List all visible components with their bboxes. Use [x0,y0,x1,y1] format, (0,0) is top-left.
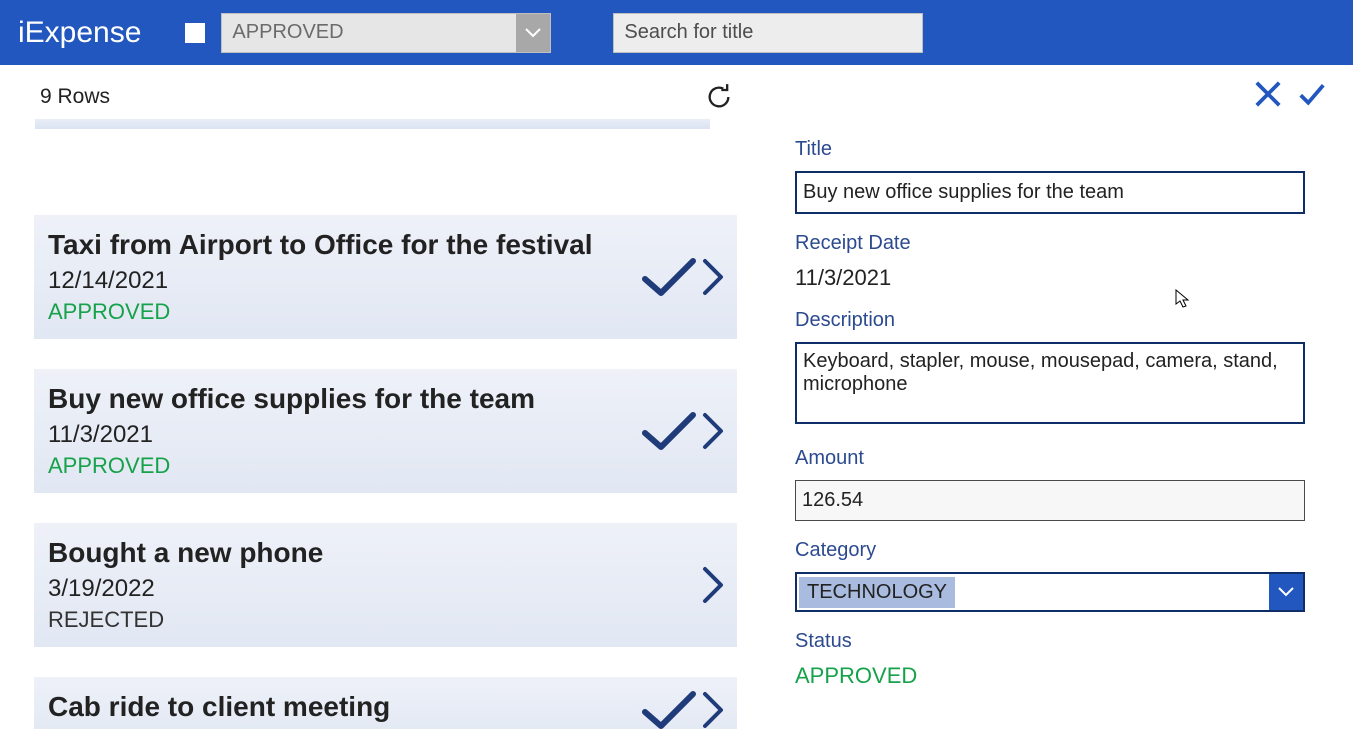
card-date: 12/14/2021 [48,267,725,295]
row-count-label: 9 Rows [40,85,110,109]
card-title: Taxi from Airport to Office for the fest… [48,229,725,261]
expense-card[interactable]: Buy new office supplies for the team 11/3… [34,369,737,493]
expense-card[interactable]: Cab ride to client meeting [34,677,737,729]
category-select[interactable]: TECHNOLOGY [795,572,1305,612]
title-label: Title [795,138,1333,161]
card-title: Bought a new phone [48,537,725,569]
card-date: 3/19/2022 [48,575,725,603]
status-label: Status [795,630,1333,653]
status-filter-select[interactable]: APPROVED [221,13,551,53]
receipt-date-label: Receipt Date [795,232,1333,255]
chevron-right-icon[interactable] [701,565,727,605]
description-label: Description [795,309,1333,332]
refresh-icon[interactable] [705,83,733,111]
amount-field[interactable] [795,480,1305,521]
card-status: REJECTED [48,607,725,633]
amount-label: Amount [795,447,1333,470]
card-title: Cab ride to client meeting [48,691,725,723]
title-field[interactable] [795,171,1305,214]
status-value: APPROVED [795,663,1333,689]
expense-detail-panel: Title Receipt Date 11/3/2021 Description… [745,65,1353,729]
search-input[interactable] [613,13,923,53]
app-title: iExpense [18,16,141,50]
chevron-right-icon[interactable] [701,411,727,451]
category-label: Category [795,539,1333,562]
expense-card[interactable]: Bought a new phone 3/19/2022 REJECTED [34,523,737,647]
card-status: APPROVED [48,453,725,479]
category-value: TECHNOLOGY [799,577,955,608]
description-field[interactable] [795,342,1305,424]
chevron-right-icon[interactable] [701,690,727,729]
receipt-date-value: 11/3/2021 [795,265,1333,291]
chevron-down-icon [516,14,550,52]
card-title: Buy new office supplies for the team [48,383,725,415]
chevron-right-icon[interactable] [701,257,727,297]
app-header: iExpense APPROVED [0,0,1353,65]
confirm-icon[interactable] [1297,79,1327,114]
expense-list-scroll[interactable]: Taxi from Airport to Office for the fest… [0,185,745,729]
filter-checkbox[interactable] [183,21,207,45]
expense-card[interactable]: Taxi from Airport to Office for the fest… [34,215,737,339]
status-filter-value: APPROVED [232,21,343,44]
card-date: 11/3/2021 [48,421,725,449]
expense-list-panel: 9 Rows Taxi from Airport to Office for t… [0,65,745,729]
close-icon[interactable] [1253,79,1283,114]
list-header-divider [35,119,710,129]
cursor-icon [1175,289,1191,309]
chevron-down-icon [1269,574,1303,610]
card-status: APPROVED [48,299,725,325]
